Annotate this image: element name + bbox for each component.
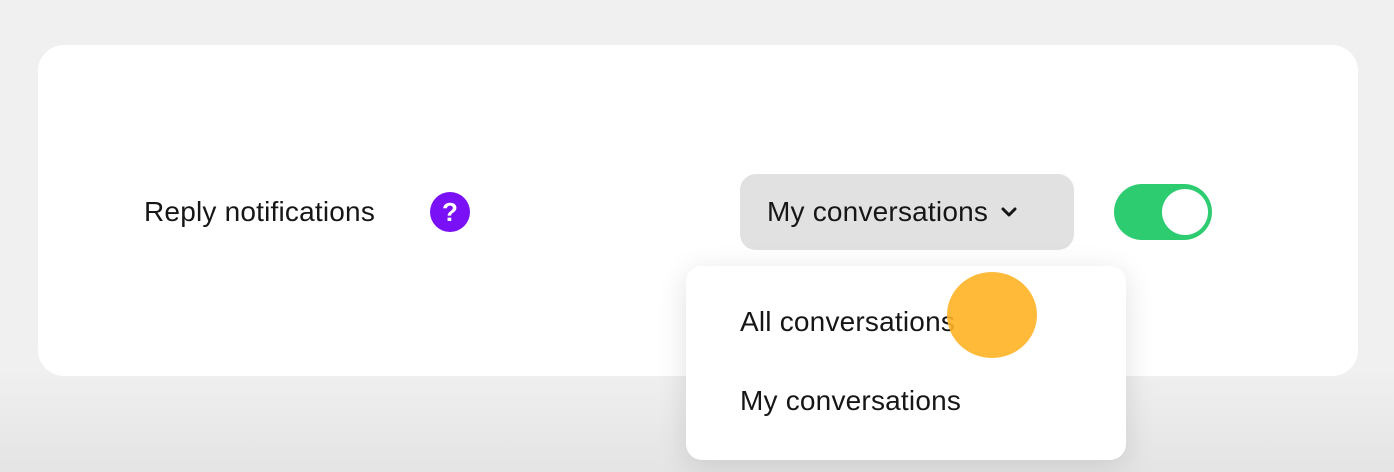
setting-label: Reply notifications	[144, 196, 376, 227]
conversation-scope-dropdown[interactable]: My conversations	[740, 174, 1074, 250]
help-icon[interactable]: ?	[430, 192, 470, 232]
cursor-highlight	[947, 272, 1037, 358]
chevron-down-icon	[1001, 207, 1017, 217]
dropdown-menu: All conversations My conversations	[686, 266, 1126, 460]
toggle-knob	[1162, 189, 1208, 235]
dropdown-selected-label: My conversations	[767, 196, 989, 227]
notifications-toggle[interactable]	[1114, 184, 1212, 240]
menu-item-my-conversations[interactable]: My conversations	[740, 385, 961, 417]
menu-item-all-conversations[interactable]: All conversations	[740, 306, 955, 338]
